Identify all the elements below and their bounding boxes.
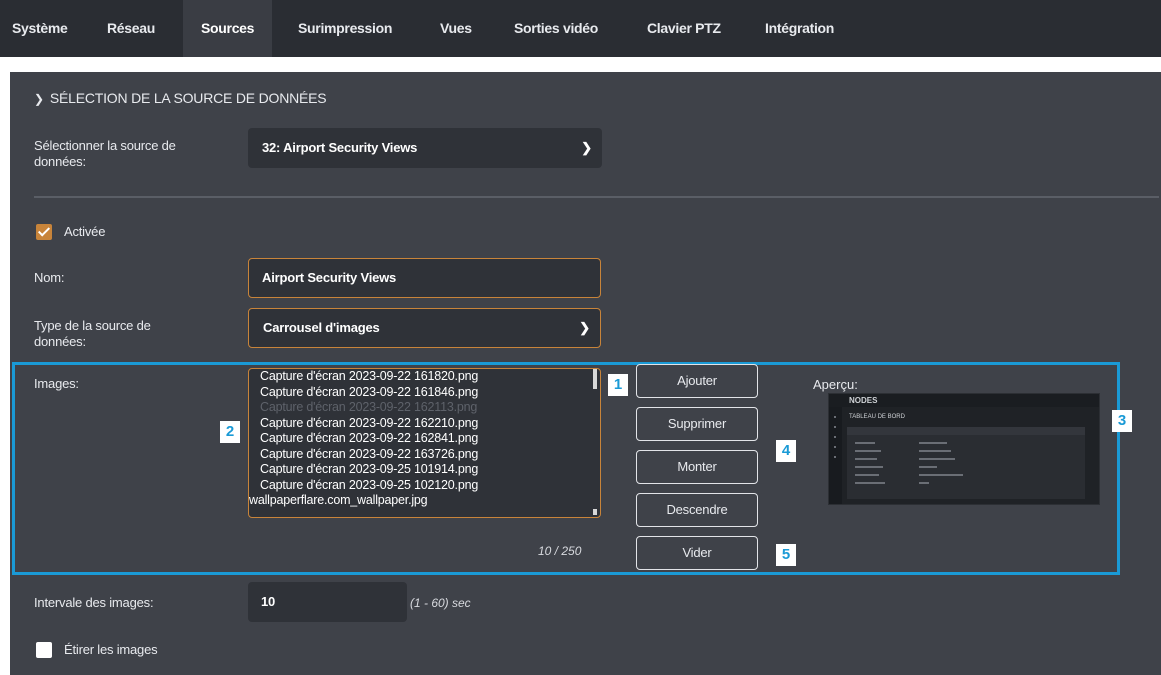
source-select-label-line2: données: [34,154,86,169]
divider [34,196,1159,198]
preview-text-line [855,458,877,460]
tab-integration[interactable]: Intégration [765,0,834,57]
name-input[interactable]: Airport Security Views [248,258,601,298]
interval-hint: (1 - 60) sec [410,596,471,610]
callout-badge-4: 4 [776,440,796,462]
preview-nav-dot [834,416,836,418]
preview-label: Aperçu: [813,377,858,392]
list-item[interactable]: Capture d'écran 2023-09-22 162113.png [249,400,600,416]
name-label: Nom: [34,270,65,285]
list-item[interactable]: Capture d'écran 2023-09-25 101914.png [249,462,600,478]
tab-clavier-ptz[interactable]: Clavier PTZ [647,0,721,57]
source-select-label: Sélectionner la source de données: [34,138,176,170]
enabled-label: Activée [64,224,106,239]
preview-text-line [855,482,885,484]
preview-text-line [919,482,929,484]
preview-nav-dot [834,446,836,448]
source-select-label-line1: Sélectionner la source de [34,138,176,153]
interval-label: Intervale des images: [34,595,154,610]
preview-nav-dot [834,436,836,438]
chevron-down-icon: ❯ [579,320,590,335]
callout-badge-5: 5 [776,544,796,566]
list-item[interactable]: wallpaperflare.com_wallpaper.jpg [249,493,600,509]
preview-card [847,427,1085,499]
source-type-label-line2: données: [34,334,86,349]
images-label: Images: [34,376,79,391]
tab-reseau[interactable]: Réseau [107,0,155,57]
preview-text-line [855,442,875,444]
scrollbar-thumb[interactable] [593,509,597,515]
tab-sources[interactable]: Sources [183,0,273,57]
preview-text-line [919,458,955,460]
delete-button[interactable]: Supprimer [636,407,758,441]
tab-vues[interactable]: Vues [440,0,472,57]
list-item[interactable]: Capture d'écran 2023-09-22 161846.png [249,385,600,401]
list-item[interactable]: Capture d'écran 2023-09-22 162210.png [249,416,600,432]
preview-nav-dot [834,456,836,458]
move-down-button[interactable]: Descendre [636,493,758,527]
source-type-label: Type de la source de données: [34,318,151,350]
preview-title: TABLEAU DE BORD [849,414,905,420]
list-item[interactable]: Capture d'écran 2023-09-22 161820.png [249,369,600,385]
callout-badge-2: 2 [220,421,240,443]
list-item[interactable]: Capture d'écran 2023-09-22 162841.png [249,431,600,447]
add-button[interactable]: Ajouter [636,364,758,398]
preview-text-line [919,442,947,444]
callout-badge-3: 3 [1112,410,1132,432]
images-count: 10 / 250 [538,544,582,558]
preview-text-line [855,450,881,452]
preview-image: NODES TABLEAU DE BORD [828,393,1100,505]
list-item[interactable]: Capture d'écran 2023-09-22 163726.png [249,447,600,463]
source-select-value: 32: Airport Security Views [262,140,418,155]
list-item[interactable]: Capture d'écran 2023-09-25 102120.png [249,478,600,494]
move-up-button[interactable]: Monter [636,450,758,484]
top-tab-bar: Système Réseau Sources Surimpression Vue… [0,0,1161,57]
callout-badge-1: 1 [608,374,628,396]
tab-sorties-video[interactable]: Sorties vidéo [514,0,598,57]
tab-surimpression[interactable]: Surimpression [298,0,392,57]
interval-input[interactable]: 10 [248,582,407,622]
source-select-dropdown[interactable]: 32: Airport Security Views ❯ [248,128,602,168]
preview-nav-dot [834,426,836,428]
preview-logo: NODES [849,396,878,405]
preview-text-line [855,466,883,468]
source-type-label-line1: Type de la source de [34,318,151,333]
chevron-down-icon: ❯ [34,92,44,106]
stretch-images-checkbox[interactable] [36,642,52,658]
images-listbox[interactable]: Capture d'écran 2023-09-22 161820.png Ca… [248,368,601,518]
scrollbar-thumb[interactable] [593,369,597,389]
section-header[interactable]: ❯ SÉLECTION DE LA SOURCE DE DONNÉES [34,90,327,106]
preview-text-line [919,474,963,476]
preview-text-line [855,474,879,476]
preview-text-line [919,466,937,468]
main-panel: ❯ SÉLECTION DE LA SOURCE DE DONNÉES Sélec… [10,72,1161,675]
clear-button[interactable]: Vider [636,536,758,570]
section-title: SÉLECTION DE LA SOURCE DE DONNÉES [49,90,327,106]
preview-card-header [847,427,1085,435]
preview-text-line [919,450,951,452]
chevron-down-icon: ❯ [581,140,592,155]
tab-systeme[interactable]: Système [12,0,68,57]
stretch-images-label: Étirer les images [64,642,158,657]
source-type-value: Carrousel d'images [263,320,380,335]
source-type-dropdown[interactable]: Carrousel d'images ❯ [248,308,601,348]
enabled-checkbox[interactable] [36,224,52,240]
